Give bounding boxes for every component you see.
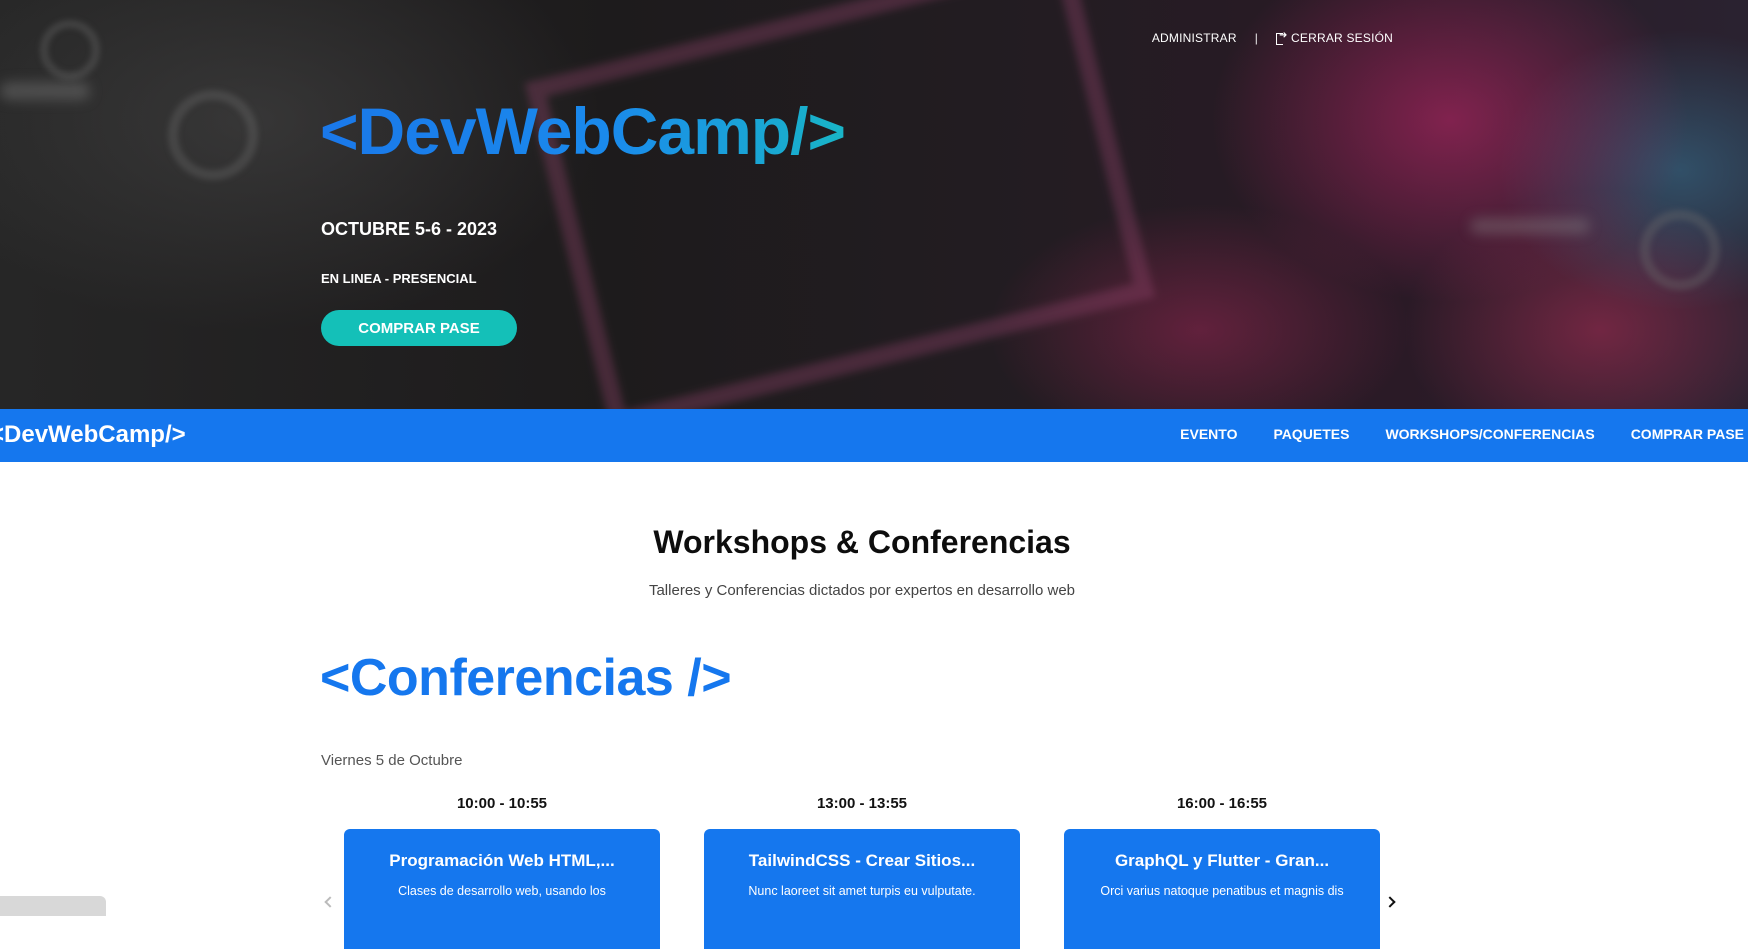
hero-background-decoration [524,0,1156,409]
logout-icon [1276,30,1288,45]
event-slot: 13:00 - 13:55 TailwindCSS - Crear Sitios… [704,795,1020,949]
page-subtitle: Talleres y Conferencias dictados por exp… [648,582,1076,599]
event-card[interactable]: GraphQL y Flutter - Gran... Orci varius … [1064,829,1380,949]
hero-background-decoration [0,82,90,100]
event-date: OCTUBRE 5-6 - 2023 [321,219,498,239]
event-card-title: GraphQL y Flutter - Gran... [1114,851,1330,870]
event-card[interactable]: Programación Web HTML,... Clases de desa… [344,829,660,949]
top-links: ADMINISTRAR | CERRAR SESIÓN [1152,30,1393,45]
day-label: Viernes 5 de Octubre [321,752,463,769]
event-card-title: TailwindCSS - Crear Sitios... [748,851,976,870]
top-links-separator: | [1254,31,1259,45]
navbar-links: EVENTO PAQUETES WORKSHOPS/CONFERENCIAS C… [1180,426,1744,442]
conferences-heading: <Conferencias /> [320,649,732,707]
nav-link-workshops[interactable]: WORKSHOPS/CONFERENCIAS [1385,426,1594,442]
event-card-description: Orci varius natoque penatibus et magnis … [1100,884,1344,898]
slot-time: 16:00 - 16:55 [1176,795,1268,812]
hero-header: ADMINISTRAR | CERRAR SESIÓN <DevWebCamp/… [0,0,1748,409]
nav-link-evento[interactable]: EVENTO [1180,426,1237,442]
navbar-logo[interactable]: <DevWebCamp/> [0,421,186,449]
event-card-description: Clases de desarrollo web, usando los [398,884,606,898]
hero-background-decoration [40,20,100,80]
site-logo[interactable]: <DevWebCamp/> [320,98,846,164]
event-mode: EN LINEA - PRESENCIAL [321,271,477,286]
event-card[interactable]: TailwindCSS - Crear Sitios... Nunc laore… [704,829,1020,949]
event-card-description: Nunc laoreet sit amet turpis eu vulputat… [748,884,976,898]
nav-link-comprar-pase[interactable]: COMPRAR PASE [1631,426,1744,442]
buy-pass-button[interactable]: COMPRAR PASE [321,310,517,346]
event-slot: 16:00 - 16:55 GraphQL y Flutter - Gran..… [1064,795,1380,949]
event-slot: 10:00 - 10:55 Programación Web HTML,... … [344,795,660,949]
slot-time: 10:00 - 10:55 [456,795,548,812]
slot-time: 13:00 - 13:55 [816,795,908,812]
logout-label: CERRAR SESIÓN [1291,31,1393,45]
hero-background-decoration [1640,210,1720,290]
main-navbar: <DevWebCamp/> EVENTO PAQUETES WORKSHOPS/… [0,409,1748,462]
admin-link[interactable]: ADMINISTRAR [1152,31,1237,45]
corner-overlay [0,896,106,916]
hero-background-decoration [1470,218,1590,234]
hero-background-decoration [168,90,258,180]
logout-link[interactable]: CERRAR SESIÓN [1276,30,1393,45]
event-card-title: Programación Web HTML,... [389,851,615,870]
page-title: Workshops & Conferencias [653,524,1071,560]
nav-link-paquetes[interactable]: PAQUETES [1273,426,1349,442]
